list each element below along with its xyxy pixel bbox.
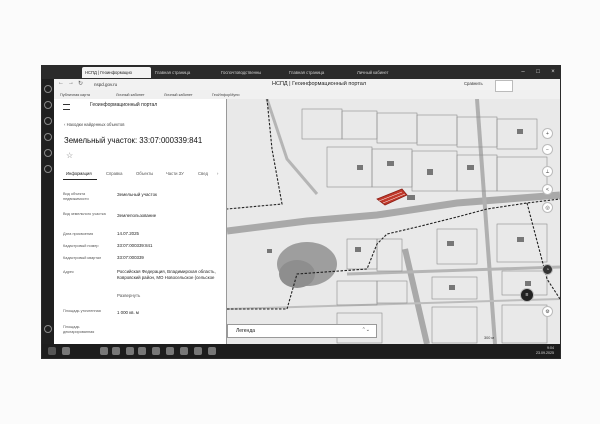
taskbar-app-icon[interactable] xyxy=(152,347,160,355)
forward-arrow-icon[interactable]: → xyxy=(68,80,74,86)
tabs-next-icon[interactable]: › xyxy=(217,171,218,176)
bookmark-item[interactable]: Личный кабинет xyxy=(116,91,145,99)
browser-tab-strip: НСПД | Геоинформацио Главная страница Го… xyxy=(42,66,560,79)
taskbar-app-icon[interactable] xyxy=(208,347,216,355)
browser-tab[interactable]: Госпочтоводственны xyxy=(218,67,285,78)
browser-tab[interactable]: Главная страница xyxy=(286,67,353,78)
legend-label: Легенда xyxy=(236,328,256,334)
panel-title: Геоинформационный портал xyxy=(90,102,158,108)
taskbar-app-icon[interactable] xyxy=(166,347,174,355)
field-value: 1 000 кв. м xyxy=(117,310,139,315)
layers-icon[interactable]: ≡ xyxy=(520,288,534,302)
back-arrow-icon[interactable]: ← xyxy=(58,80,64,86)
bookmark-item[interactable]: ГеоИнфорМуни xyxy=(212,91,240,99)
browser-tab[interactable]: Личный кабинет xyxy=(354,67,419,78)
chat-icon[interactable]: ◔ xyxy=(542,264,553,275)
browser-tab[interactable]: НСПД | Геоинформацио xyxy=(82,67,151,78)
layers-button[interactable] xyxy=(495,80,513,92)
close-icon[interactable]: × xyxy=(546,66,560,79)
tab-reference[interactable]: Справка xyxy=(106,171,122,176)
url-field[interactable]: nspd.gov.ru xyxy=(94,81,184,88)
maximize-icon[interactable]: □ xyxy=(531,66,545,79)
sidebar-icon[interactable] xyxy=(44,133,52,141)
taskbar-app-icon[interactable] xyxy=(138,347,146,355)
taskbar-app-icon[interactable] xyxy=(100,347,108,355)
menu-icon[interactable] xyxy=(63,104,70,110)
browser-sidebar xyxy=(42,79,54,349)
active-tab-indicator xyxy=(63,179,97,180)
expand-link[interactable]: Развернуть xyxy=(117,293,217,299)
field-label: Площадь декларированная xyxy=(63,325,95,334)
map-toolbar xyxy=(495,80,545,116)
field-label: Дата присвоения xyxy=(63,232,94,236)
compare-action[interactable]: Сравнить xyxy=(464,81,483,86)
field-value: Землепользование xyxy=(117,213,157,218)
star-icon[interactable]: ☆ xyxy=(66,151,73,160)
sidebar-icon[interactable] xyxy=(44,85,52,93)
taskbar-clock[interactable]: 9:04 23.09.2025 xyxy=(536,346,554,356)
field-label: Адрес xyxy=(63,270,74,274)
field-label: Площадь уточненная xyxy=(63,309,101,313)
object-info-panel: Геоинформационный портал ‹ Находки найде… xyxy=(54,99,237,349)
reload-icon[interactable]: ↻ xyxy=(78,80,83,87)
field-label: Вид объекта недвижимости xyxy=(63,192,89,201)
back-link[interactable]: ‹ Находки найденных объектов xyxy=(64,122,124,127)
settings-map-icon[interactable]: ⚙ xyxy=(542,306,553,317)
tab-info[interactable]: Информация xyxy=(66,171,92,176)
object-title: Земельный участок: 33:07:000339:841 xyxy=(64,136,203,145)
legend-dropdown[interactable]: Легенда ⌃⌄ xyxy=(227,324,377,338)
field-label: Кадастровый квартал xyxy=(63,256,102,260)
taskbar-app-icon[interactable] xyxy=(180,347,188,355)
map-view[interactable] xyxy=(227,99,560,344)
start-icon[interactable] xyxy=(48,347,56,355)
settings-icon[interactable] xyxy=(44,325,52,333)
map-canvas xyxy=(227,99,560,344)
field-label: Вид земельного участка xyxy=(63,212,106,216)
tab-details[interactable]: Свед xyxy=(198,171,208,176)
field-value: 33:07:000339:841 xyxy=(117,243,153,248)
field-label: Кадастровый номер xyxy=(63,244,99,248)
page-title: НСПД | Геоинформационный портал xyxy=(272,81,367,87)
screen: НСПД | Геоинформацио Главная страница Го… xyxy=(41,65,561,359)
windows-taskbar: 9:04 23.09.2025 xyxy=(42,344,560,358)
sidebar-icon[interactable] xyxy=(44,117,52,125)
map-scale: 300 м xyxy=(484,336,495,340)
tab-objects[interactable]: Объекты xyxy=(136,171,153,176)
search-icon[interactable] xyxy=(62,347,70,355)
sidebar-icon[interactable] xyxy=(44,165,52,173)
field-value: 14.07.2025 xyxy=(117,231,139,236)
zoom-in-button[interactable]: + xyxy=(542,128,553,139)
field-value: Земельный участок xyxy=(117,192,157,197)
field-value: 33:07:000339 xyxy=(117,255,144,260)
clock-date: 23.09.2025 xyxy=(536,351,554,355)
share-icon[interactable]: < xyxy=(542,184,553,195)
bookmark-item[interactable]: Личный кабинет xyxy=(164,91,193,99)
taskbar-app-icon[interactable] xyxy=(126,347,134,355)
bookmark-item[interactable]: Публичная карта xyxy=(60,91,90,99)
location-icon[interactable]: ◎ xyxy=(542,202,553,213)
browser-tab[interactable]: Главная страница xyxy=(152,67,217,78)
chevron-updown-icon: ⌃⌄ xyxy=(361,327,370,333)
zoom-out-button[interactable]: − xyxy=(542,144,553,155)
sidebar-icon[interactable] xyxy=(44,101,52,109)
taskbar-app-icon[interactable] xyxy=(112,347,120,355)
taskbar-app-icon[interactable] xyxy=(194,347,202,355)
measure-icon[interactable]: ⟂ xyxy=(542,166,553,177)
minimize-icon[interactable]: – xyxy=(516,66,530,79)
sidebar-icon[interactable] xyxy=(44,149,52,157)
back-link-label: Находки найденных объектов xyxy=(66,122,125,127)
tab-parts[interactable]: Части ЗУ xyxy=(166,171,184,176)
field-value: Российская Федерация, Владимирская облас… xyxy=(117,269,216,280)
